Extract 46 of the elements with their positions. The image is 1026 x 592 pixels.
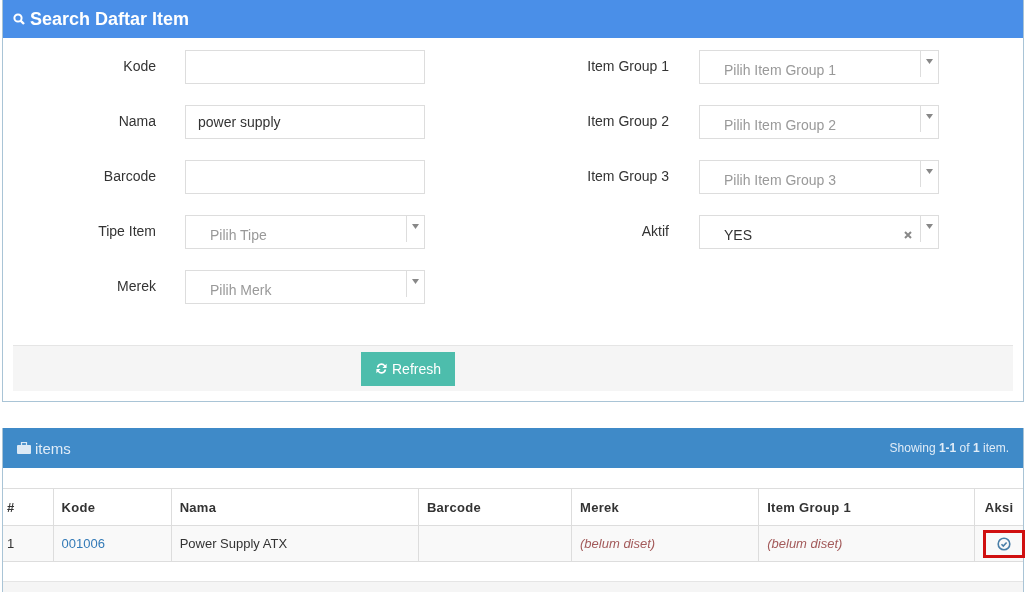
column-header: Barcode (426, 499, 481, 515)
refresh-button[interactable]: Refresh (361, 351, 455, 386)
panel-title: items (35, 439, 72, 457)
select-field[interactable]: Pilih Merk (185, 270, 425, 304)
field-label: Kode (122, 58, 156, 76)
refresh-icon (375, 362, 388, 375)
clear-icon[interactable] (904, 231, 912, 239)
field-label: Aktif (640, 223, 669, 241)
column-header: Kode (61, 499, 96, 515)
text-field[interactable] (185, 160, 425, 194)
table-cell: (belum diset) (767, 536, 843, 551)
caret-icon (926, 169, 933, 174)
field-label: Item Group 2 (586, 113, 669, 131)
column-header: Merek (580, 499, 620, 515)
field-label: Merek (116, 278, 156, 296)
search-icon (13, 13, 25, 25)
field-label: Barcode (102, 168, 156, 186)
field-label: Tipe Item (97, 223, 156, 241)
field-label: Nama (117, 113, 156, 131)
column-header: # (7, 499, 15, 515)
action-button[interactable] (983, 529, 1026, 558)
column-header: Aksi (984, 499, 1014, 515)
table-cell: 1 (7, 536, 15, 551)
select-field[interactable]: Pilih Item Group 3 (699, 160, 939, 194)
field-label: Item Group 3 (586, 168, 669, 186)
column-header: Item Group 1 (767, 499, 851, 515)
caret-icon (412, 279, 419, 284)
text-field[interactable]: power supply (185, 105, 425, 139)
column-header: Nama (179, 499, 217, 515)
select-field[interactable]: Pilih Item Group 1 (699, 50, 939, 84)
text-field[interactable] (185, 50, 425, 84)
field-label: Item Group 1 (586, 58, 669, 76)
select-field[interactable]: Pilih Tipe (185, 215, 425, 249)
caret-icon (926, 59, 933, 64)
panel-title: Search Daftar Item (30, 8, 190, 30)
caret-icon (926, 224, 933, 229)
caret-icon (412, 224, 419, 229)
caret-icon (926, 114, 933, 119)
summary-text: Showing 1-1 of 1 item. (889, 441, 1009, 455)
table-cell: (belum diset) (580, 536, 656, 551)
select-field[interactable]: Pilih Item Group 2 (699, 105, 939, 139)
code-link[interactable]: 001006 (61, 536, 105, 551)
briefcase-icon (17, 442, 31, 454)
table-cell: Power Supply ATX (179, 536, 288, 551)
select-field[interactable]: YES (699, 215, 939, 249)
check-circle-icon (997, 536, 1012, 551)
